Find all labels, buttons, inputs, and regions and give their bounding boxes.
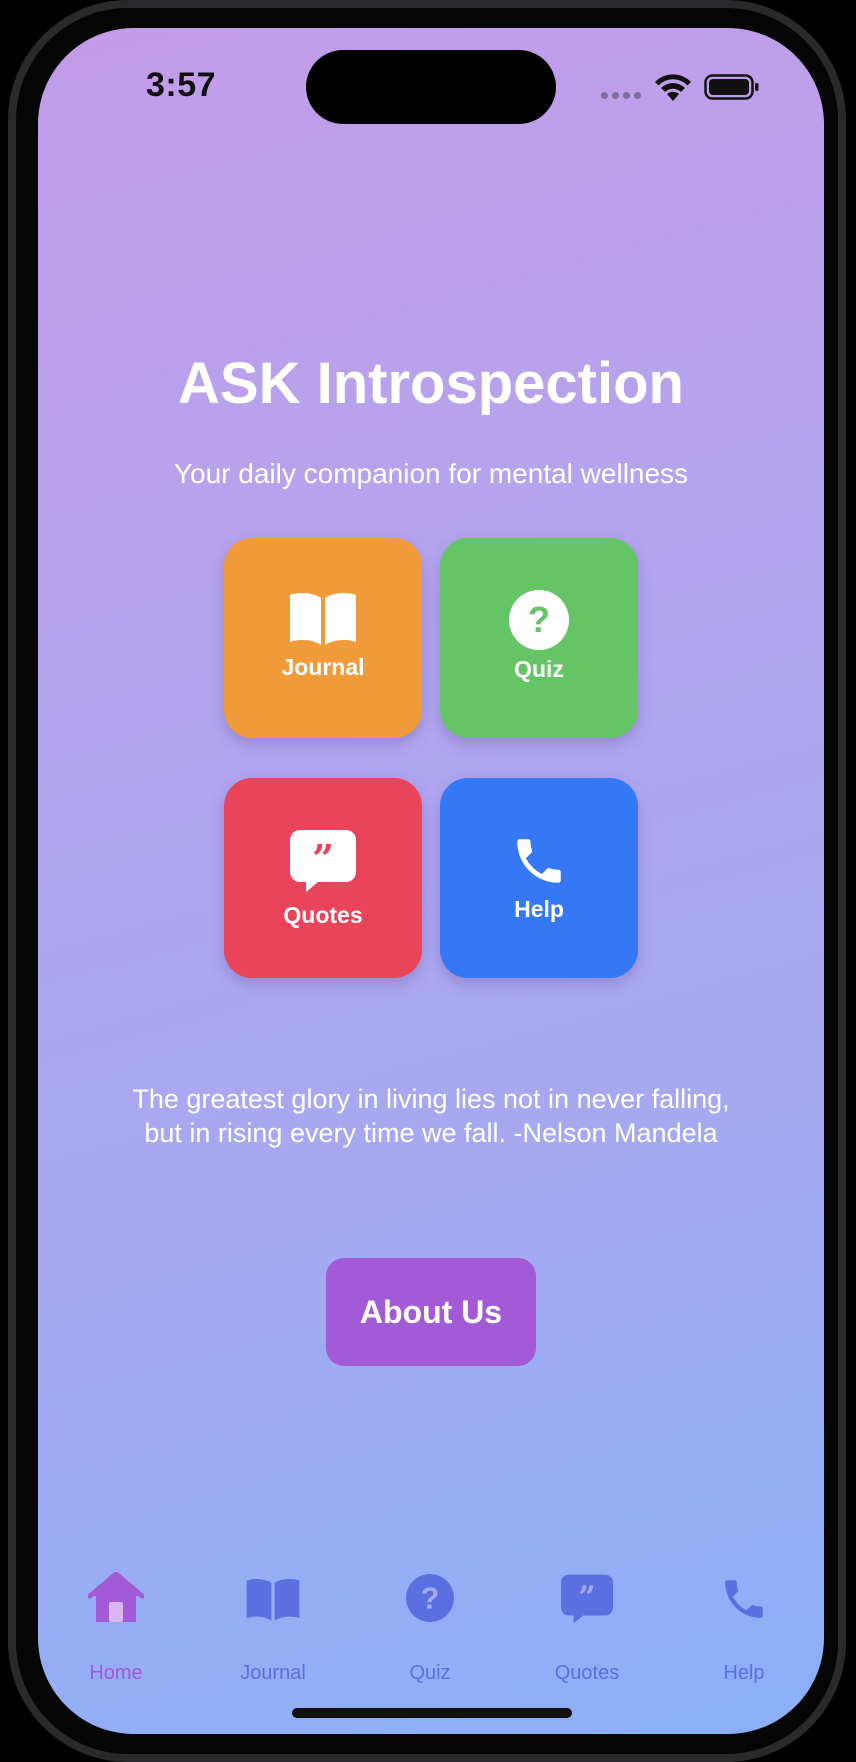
- svg-text:?: ?: [528, 599, 550, 640]
- question-circle-icon: ?: [370, 1574, 490, 1622]
- home-indicator[interactable]: [292, 1708, 572, 1718]
- question-circle-icon: ?: [440, 590, 638, 650]
- phone-icon: [440, 832, 638, 890]
- app-screen: 3:57 ASK Introspection Your daily compan…: [38, 28, 824, 1734]
- device-frame: 3:57 ASK Introspection Your daily compan…: [0, 0, 856, 1762]
- battery-icon: [704, 74, 759, 100]
- app-title: ASK Introspection: [178, 351, 684, 416]
- tab-home[interactable]: Home: [56, 1568, 176, 1684]
- svg-text:”: ”: [312, 836, 334, 881]
- journal-tile-label: Journal: [281, 654, 365, 680]
- tab-quiz[interactable]: ? Quiz: [370, 1568, 490, 1684]
- phone-icon: [684, 1574, 804, 1624]
- wifi-icon: [655, 74, 691, 101]
- tab-journal-label: Journal: [240, 1662, 306, 1684]
- book-icon: [224, 590, 422, 646]
- about-us-button[interactable]: About Us: [326, 1258, 536, 1366]
- quotes-tile-label: Quotes: [283, 902, 363, 928]
- journal-tile-button[interactable]: Journal: [224, 538, 422, 738]
- app-subtitle: Your daily companion for mental wellness: [173, 458, 689, 489]
- help-tile-button[interactable]: Help: [440, 778, 638, 978]
- help-tile-label: Help: [514, 896, 564, 922]
- tab-bar: Home Journal ? Quiz ” Quotes Help: [38, 1568, 824, 1688]
- tab-quiz-label: Quiz: [409, 1662, 451, 1684]
- daily-quote: The greatest glory in living lies not in…: [78, 1082, 784, 1150]
- quotes-tile-button[interactable]: ” Quotes: [224, 778, 422, 978]
- tab-quotes[interactable]: ” Quotes: [527, 1568, 647, 1684]
- tab-journal[interactable]: Journal: [213, 1568, 333, 1684]
- quote-bubble-icon: ”: [527, 1574, 647, 1624]
- quiz-tile-button[interactable]: ? Quiz: [440, 538, 638, 738]
- house-icon: [56, 1572, 176, 1624]
- quote-line-1: The greatest glory in living lies not in…: [132, 1084, 730, 1114]
- status-time: 3:57: [146, 66, 217, 104]
- tab-quotes-label: Quotes: [554, 1662, 620, 1684]
- cellular-signal-icon: [601, 92, 641, 99]
- tab-home-label: Home: [89, 1662, 143, 1684]
- tab-help[interactable]: Help: [684, 1568, 804, 1684]
- book-icon: [213, 1576, 333, 1622]
- svg-text:?: ?: [421, 1581, 440, 1615]
- quiz-tile-label: Quiz: [514, 656, 564, 682]
- tab-help-label: Help: [723, 1662, 765, 1684]
- quote-line-2: but in rising every time we fall. -Nelso…: [144, 1118, 718, 1148]
- quote-bubble-icon: ”: [224, 830, 422, 892]
- svg-text:”: ”: [578, 1581, 595, 1616]
- dynamic-island: [306, 50, 556, 124]
